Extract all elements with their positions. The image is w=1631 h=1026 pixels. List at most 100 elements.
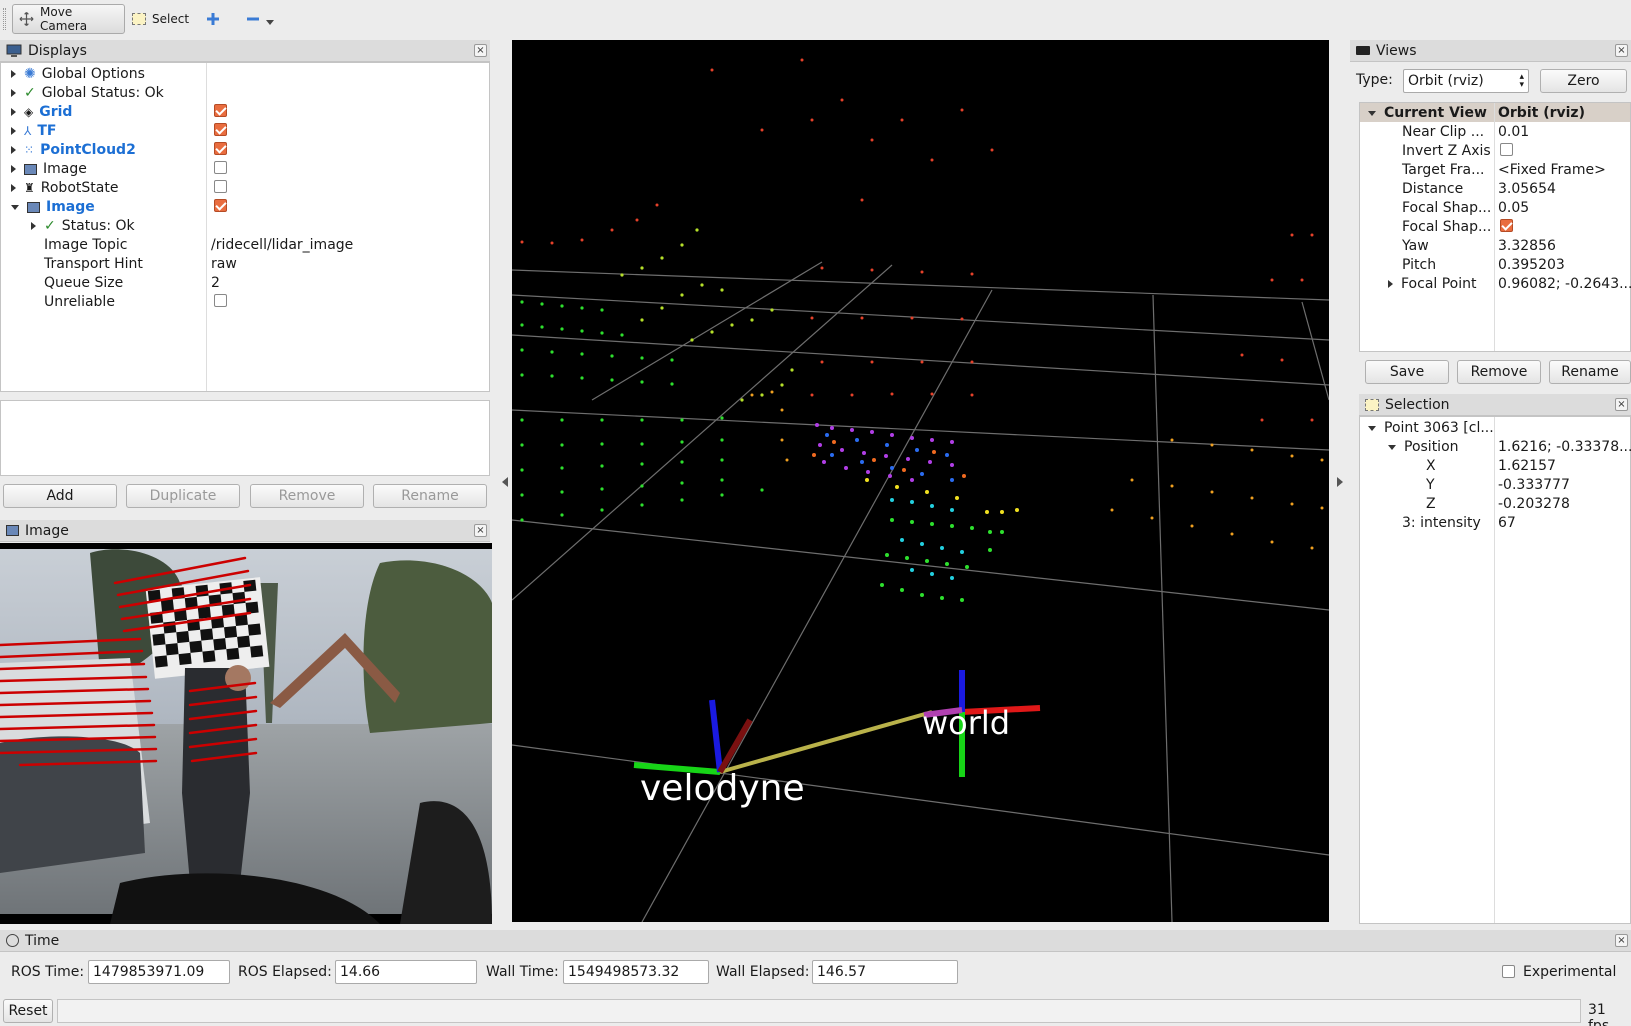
views-row-target-frame: Target Fra... [1402, 162, 1485, 178]
camera-icon [1356, 46, 1370, 55]
prop-queue-size-value[interactable]: 2 [211, 274, 220, 292]
expand-arrow-icon[interactable] [11, 146, 16, 154]
tf-checkbox[interactable] [214, 123, 227, 136]
prop-transport-hint-value[interactable]: raw [211, 255, 237, 273]
tree-item-label: Global Status: Ok [41, 85, 164, 101]
invert-z-checkbox[interactable] [1500, 143, 1513, 156]
collapse-arrow-icon[interactable] [1388, 444, 1396, 450]
time-title: Time [25, 932, 60, 949]
view-type-value: Orbit (rviz) [1408, 73, 1484, 89]
image-2-checkbox[interactable] [214, 199, 227, 212]
view-type-select[interactable]: Orbit (rviz) ▴ ▾ [1403, 69, 1529, 93]
expand-arrow-icon[interactable] [1388, 280, 1393, 288]
close-icon[interactable]: × [474, 44, 487, 57]
collapse-left-icon[interactable] [502, 477, 508, 487]
close-icon[interactable]: × [1615, 44, 1628, 57]
remove-display-button[interactable]: Remove [250, 484, 364, 508]
toolbar-grip[interactable] [3, 8, 6, 30]
button-label: Zero [1567, 73, 1600, 89]
expand-arrow-icon[interactable] [31, 222, 36, 230]
remove-view-button[interactable]: Remove [1457, 360, 1541, 384]
select-button[interactable]: Select [126, 4, 195, 34]
3d-viewport[interactable]: velodyne world [512, 40, 1329, 922]
rename-view-button[interactable]: Rename [1549, 360, 1631, 384]
tree-item-label: Image [43, 161, 87, 177]
close-icon[interactable]: × [1615, 398, 1628, 411]
add-display-button[interactable]: Add [3, 484, 117, 508]
rename-display-button[interactable]: Rename [373, 484, 487, 508]
tree-item-global-status[interactable]: ✓ Global Status: Ok [11, 84, 164, 102]
tree-item-pointcloud2[interactable]: ⁙ PointCloud2 [11, 141, 136, 159]
current-view-label: Current View [1384, 105, 1487, 121]
tree-item-image-2[interactable]: Image [11, 198, 95, 216]
close-icon[interactable]: × [474, 524, 487, 537]
expand-arrow-icon[interactable] [11, 70, 16, 78]
selection-z-value: -0.203278 [1498, 496, 1570, 512]
views-row-invert-z: Invert Z Axis [1402, 143, 1491, 159]
views-row-pitch-value[interactable]: 0.395203 [1498, 256, 1565, 274]
expand-arrow-icon[interactable] [11, 108, 16, 116]
expand-arrow-icon[interactable] [11, 165, 16, 173]
expand-arrow-icon[interactable] [11, 127, 16, 135]
tree-item-status[interactable]: ✓ Status: Ok [31, 217, 135, 235]
select-icon [132, 13, 146, 25]
wall-time-field[interactable]: 1549498573.32 [563, 960, 709, 984]
expand-arrow-icon[interactable] [11, 89, 16, 97]
image-icon [27, 201, 40, 213]
selection-row-point[interactable]: Point 3063 [cl... [1368, 419, 1494, 437]
tree-item-image[interactable]: Image [11, 160, 87, 178]
wall-elapsed-field[interactable]: 146.57 [812, 960, 958, 984]
prop-name: Unreliable [44, 294, 115, 310]
views-row-focal-shape-size-value[interactable]: 0.05 [1498, 199, 1529, 217]
views-row-focal-point-value[interactable]: 0.96082; -0.2643... [1498, 275, 1631, 293]
tree-item-label: Status: Ok [61, 218, 135, 234]
tree-item-robotstate[interactable]: ♜ RobotState [11, 179, 118, 197]
world-frame-label: world [922, 704, 1011, 742]
prop-image-topic-value[interactable]: /ridecell/lidar_image [211, 236, 353, 254]
collapse-arrow-icon[interactable] [1368, 110, 1376, 116]
3d-scene [512, 58, 1329, 922]
current-view-row[interactable]: Current View [1368, 104, 1487, 122]
ros-elapsed-field[interactable]: 14.66 [335, 960, 477, 984]
move-camera-icon [19, 11, 34, 27]
tree-item-tf[interactable]: ⅄ TF [11, 122, 56, 140]
focal-shape-checkbox[interactable] [1500, 219, 1513, 232]
reset-button[interactable]: Reset [3, 999, 53, 1023]
collapse-arrow-icon[interactable] [1368, 425, 1376, 431]
pointcloud2-checkbox[interactable] [214, 142, 227, 155]
views-row-distance-value[interactable]: 3.05654 [1498, 180, 1556, 198]
pointcloud-icon: ⁙ [24, 143, 35, 157]
selection-row-position[interactable]: Position [1388, 438, 1459, 456]
robotstate-checkbox[interactable] [214, 180, 227, 193]
collapse-right-icon[interactable] [1337, 477, 1343, 487]
wall-time-label: Wall Time: [486, 964, 559, 980]
tree-item-grid[interactable]: ◈ Grid [11, 103, 72, 121]
ros-time-field[interactable]: 1479853971.09 [88, 960, 230, 984]
selection-header: Selection × [1359, 394, 1631, 416]
views-row-target-frame-value[interactable]: <Fixed Frame> [1498, 161, 1606, 179]
views-row-near-clip-value[interactable]: 0.01 [1498, 123, 1529, 141]
move-camera-button[interactable]: Move Camera [12, 4, 125, 34]
duplicate-display-button[interactable]: Duplicate [126, 484, 240, 508]
experimental-checkbox[interactable] [1502, 965, 1515, 978]
robot-icon: ♜ [24, 181, 35, 195]
tree-item-global-options[interactable]: ✺ Global Options [11, 65, 145, 83]
zero-button[interactable]: Zero [1540, 69, 1627, 93]
unreliable-checkbox[interactable] [214, 294, 227, 307]
prop-value: raw [211, 256, 237, 272]
selection-row-z: Z [1426, 496, 1436, 512]
selection-row-x: X [1426, 458, 1436, 474]
chevron-down-icon [266, 19, 274, 25]
image-checkbox[interactable] [214, 161, 227, 174]
close-icon[interactable]: × [1615, 934, 1628, 947]
views-row-yaw-value[interactable]: 3.32856 [1498, 237, 1556, 255]
image-icon [24, 163, 37, 175]
expand-arrow-icon[interactable] [11, 184, 16, 192]
grid-checkbox[interactable] [214, 104, 227, 117]
collapse-arrow-icon[interactable] [11, 204, 19, 210]
views-row-focal-point[interactable]: Focal Point [1388, 275, 1477, 293]
add-tool-button[interactable] [200, 4, 226, 34]
wall-elapsed-label: Wall Elapsed: [716, 964, 810, 980]
save-view-button[interactable]: Save [1365, 360, 1449, 384]
remove-tool-button[interactable] [240, 4, 280, 34]
